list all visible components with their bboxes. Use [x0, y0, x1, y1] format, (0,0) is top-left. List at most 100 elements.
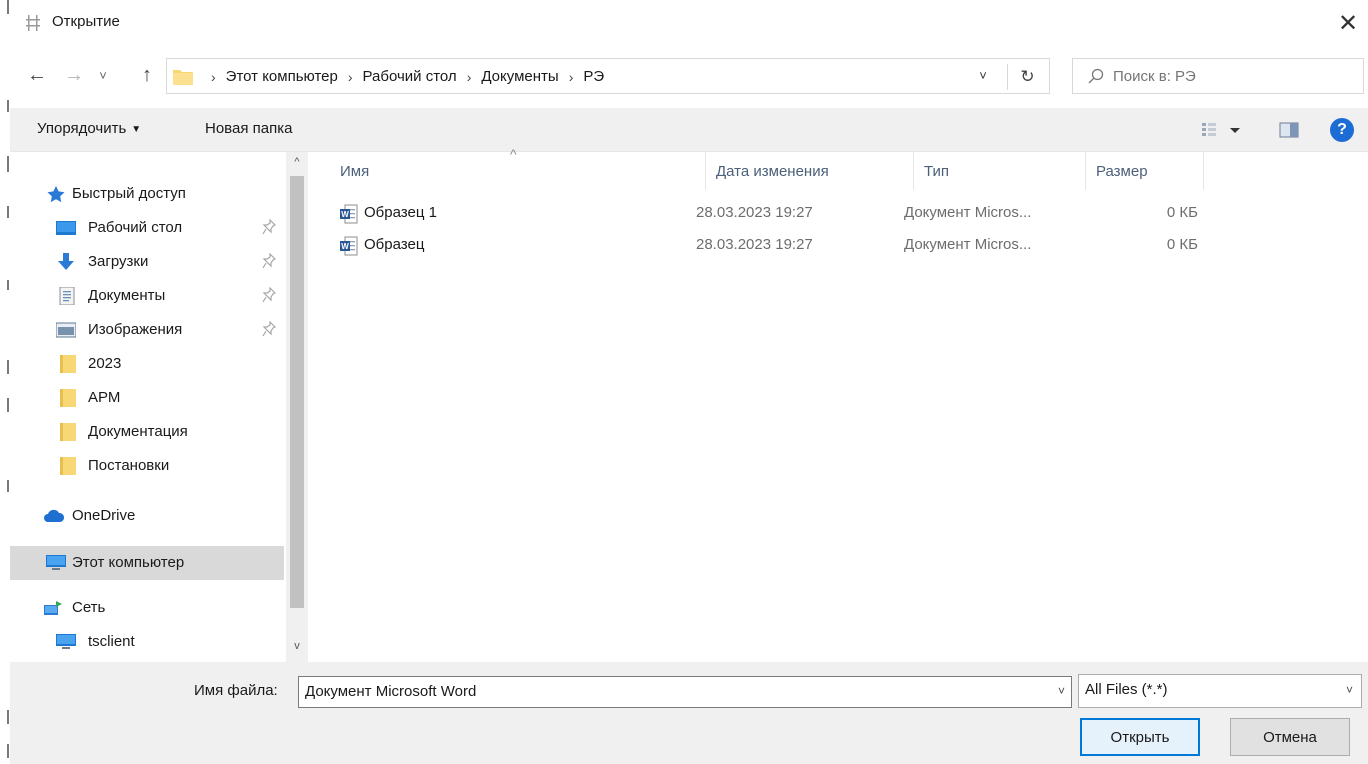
desktop-icon	[56, 221, 76, 235]
file-row[interactable]: W Образец 28.03.2023 19:27 Документ Micr…	[330, 228, 1210, 260]
close-button[interactable]: ✕	[1328, 4, 1368, 42]
organize-label: Упорядочить	[37, 120, 127, 137]
chevron-down-icon: v	[294, 640, 300, 652]
scroll-up-button[interactable]: ^	[286, 156, 308, 174]
file-row[interactable]: W Образец 1 28.03.2023 19:27 Документ Mi…	[330, 196, 1210, 228]
pin-icon	[262, 253, 276, 269]
sidebar-item-label: Документация	[88, 423, 188, 440]
back-button[interactable]: ←	[24, 60, 50, 90]
sidebar-item-label: Этот компьютер	[72, 554, 185, 571]
sidebar-item-label: Сеть	[72, 599, 106, 616]
sidebar-item-documentation[interactable]: Документация	[10, 416, 284, 448]
file-name: Образец	[364, 236, 425, 253]
new-folder-button[interactable]: Новая папка	[205, 120, 292, 137]
star-icon	[47, 186, 65, 203]
arrow-right-icon: →	[64, 63, 84, 86]
breadcrumb-separator: ›	[211, 68, 216, 85]
file-type: Документ Micros...	[904, 204, 1032, 221]
file-size: 0 КБ	[1166, 236, 1198, 253]
open-button[interactable]: Открыть	[1080, 718, 1200, 756]
sidebar-item-label: Документы	[88, 287, 166, 304]
column-header-type[interactable]: Тип	[914, 152, 1086, 190]
breadcrumb-documents[interactable]: Документы	[481, 68, 558, 85]
recent-locations-button[interactable]: ˅	[94, 60, 112, 90]
sidebar-item-arm[interactable]: АРМ	[10, 382, 284, 414]
svg-text:W: W	[341, 242, 349, 251]
command-toolbar: Упорядочить ▼ Новая папка ?	[10, 108, 1368, 152]
address-dropdown-button[interactable]: ˅	[973, 68, 993, 83]
sidebar-item-network[interactable]: Сеть	[10, 592, 284, 624]
navigation-scrollbar[interactable]: ^ v	[286, 152, 308, 662]
file-date: 28.03.2023 19:27	[696, 204, 813, 221]
sidebar-item-label: Постановки	[88, 457, 170, 474]
navigation-pane: Быстрый доступ Рабочий стол Загрузки Док…	[10, 152, 308, 662]
sidebar-item-label: OneDrive	[72, 507, 136, 524]
folder-icon	[60, 457, 76, 475]
chevron-down-icon: ˅	[1345, 683, 1353, 697]
download-icon	[58, 253, 74, 270]
breadcrumb-desktop[interactable]: Рабочий стол	[363, 68, 457, 85]
help-button[interactable]: ?	[1330, 118, 1354, 142]
file-name: Образец 1	[364, 204, 437, 221]
background-window-edge	[0, 0, 10, 764]
folder-icon	[173, 70, 193, 85]
search-input[interactable]	[1113, 68, 1353, 85]
sidebar-item-documents[interactable]: Документы	[10, 280, 284, 312]
edge-mark	[7, 156, 9, 172]
search-box[interactable]	[1072, 58, 1364, 94]
sidebar-item-postanovki[interactable]: Постановки	[10, 450, 284, 482]
filename-input[interactable]	[305, 683, 1025, 700]
navigation-bar: ← → ˅ ↑ › Этот компьютер › Рабочий стол …	[10, 54, 1368, 98]
cancel-button[interactable]: Отмена	[1230, 718, 1350, 756]
edge-mark	[7, 710, 9, 724]
scroll-down-button[interactable]: v	[286, 640, 308, 658]
sidebar-item-quick-access[interactable]: Быстрый доступ	[10, 178, 284, 210]
organize-button[interactable]: Упорядочить ▼	[37, 120, 141, 137]
sidebar-item-tsclient[interactable]: tsclient	[10, 626, 284, 658]
column-header-date[interactable]: Дата изменения	[706, 152, 914, 190]
sidebar-item-label: Изображения	[88, 321, 183, 338]
word-document-icon: W	[340, 204, 358, 224]
address-bar[interactable]: › Этот компьютер › Рабочий стол › Докуме…	[166, 58, 1050, 94]
word-document-icon: W	[340, 236, 358, 256]
filename-combobox[interactable]: ˅	[298, 676, 1072, 708]
edge-mark	[7, 480, 9, 492]
arrow-up-icon: ↑	[142, 63, 152, 86]
sidebar-item-2023[interactable]: 2023	[10, 348, 284, 380]
preview-pane-button[interactable]	[1278, 120, 1300, 140]
dialog-footer: Имя файла: ˅ All Files (*.*) ˅ Открыть О…	[10, 662, 1368, 764]
network-icon	[44, 601, 62, 615]
breadcrumb-this-pc[interactable]: Этот компьютер	[226, 68, 338, 85]
breadcrumb-separator: ›	[568, 68, 574, 85]
sidebar-item-downloads[interactable]: Загрузки	[10, 246, 284, 278]
cloud-icon	[44, 509, 64, 522]
edge-mark	[7, 206, 9, 218]
file-type-select[interactable]: All Files (*.*) ˅	[1078, 674, 1362, 708]
breadcrumb-separator: ›	[466, 68, 472, 85]
sidebar-item-onedrive[interactable]: OneDrive	[10, 500, 284, 532]
file-type-value: All Files (*.*)	[1085, 681, 1168, 698]
refresh-button[interactable]: ↻	[1007, 64, 1047, 90]
sidebar-item-this-pc[interactable]: Этот компьютер	[10, 546, 284, 580]
scroll-thumb[interactable]	[290, 176, 304, 608]
folder-icon	[60, 423, 76, 441]
chevron-down-icon[interactable]: ˅	[1058, 684, 1065, 698]
column-header-name[interactable]: Имя	[330, 152, 706, 190]
forward-button[interactable]: →	[62, 60, 86, 90]
breadcrumb-re[interactable]: РЭ	[583, 68, 604, 85]
file-date: 28.03.2023 19:27	[696, 236, 813, 253]
sidebar-item-pictures[interactable]: Изображения	[10, 314, 284, 346]
sidebar-item-label: Быстрый доступ	[72, 185, 186, 202]
change-view-button[interactable]	[1198, 120, 1252, 140]
edge-mark	[7, 398, 9, 412]
svg-text:W: W	[341, 210, 349, 219]
pictures-icon	[56, 322, 76, 338]
sidebar-item-label: Загрузки	[88, 253, 149, 270]
caret-down-icon: ▼	[131, 124, 142, 135]
edge-mark	[7, 100, 9, 112]
arrow-left-icon: ←	[27, 63, 47, 86]
up-button[interactable]: ↑	[136, 60, 158, 90]
sidebar-item-desktop[interactable]: Рабочий стол	[10, 212, 284, 244]
breadcrumb-separator: ›	[347, 68, 353, 85]
column-header-size[interactable]: Размер	[1086, 152, 1204, 190]
